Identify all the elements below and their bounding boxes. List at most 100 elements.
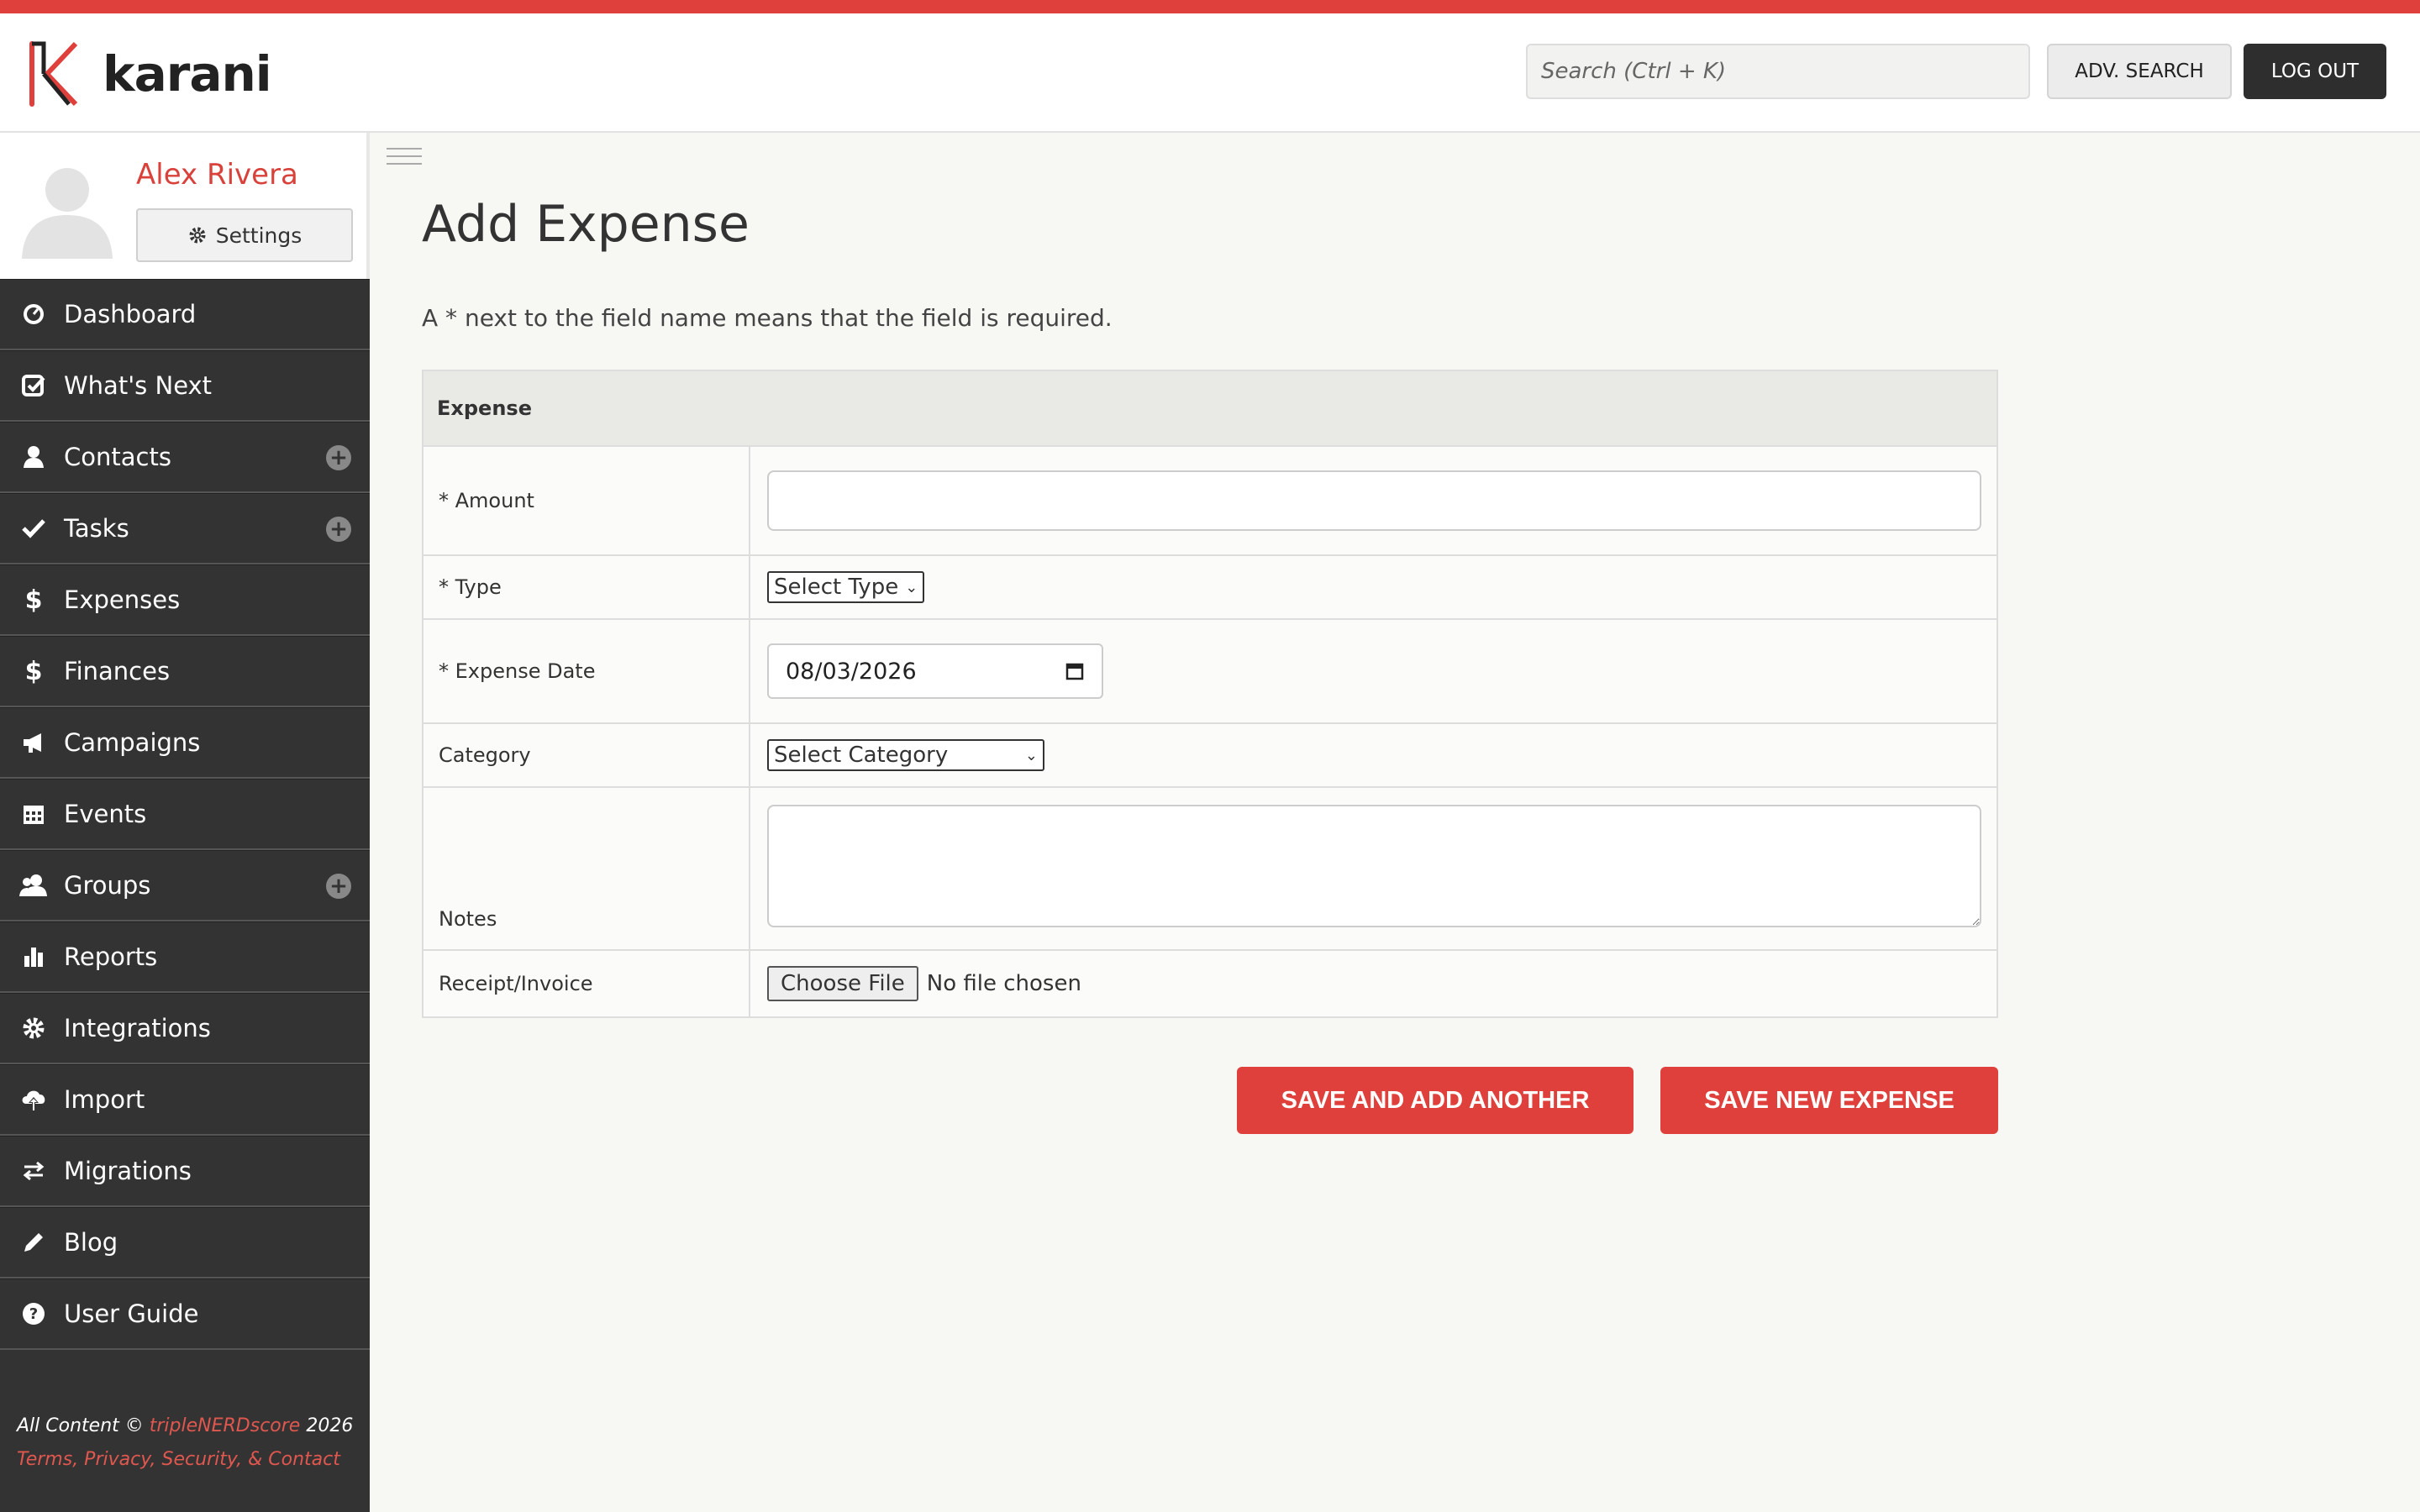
pencil-icon [17,1226,50,1259]
check-square-icon [17,369,50,402]
copyright-prefix: All Content © [17,1415,150,1436]
app-name: karani [103,45,272,102]
group-icon [17,869,50,902]
svg-text:?: ? [29,1305,38,1323]
profile-panel: Alex Rivera Settings [0,133,370,279]
expense-date-input[interactable]: 08/03/2026 [767,643,1103,699]
sidebar-item-expenses[interactable]: $ Expenses [0,564,370,636]
sidebar-item-label: Blog [64,1228,118,1257]
save-and-add-another-button[interactable]: SAVE AND ADD ANOTHER [1237,1067,1634,1134]
notes-row: Notes [422,786,1998,951]
sidebar-item-label: Migrations [64,1157,192,1185]
header: karani ADV. SEARCH LOG OUT [0,13,2420,133]
sidebar-item-dashboard[interactable]: Dashboard [0,279,370,350]
sidebar-item-label: Events [64,800,147,828]
dashboard-icon [17,297,50,331]
sidebar-item-label: Reports [64,942,158,971]
settings-button[interactable]: Settings [136,208,353,262]
chevron-down-icon: ⌄ [905,578,918,596]
top-accent-bar [0,0,2420,13]
amount-label: * Amount [422,445,750,556]
amount-cell [749,445,1998,556]
sidebar-item-label: Expenses [64,585,181,614]
category-label: Category [422,722,750,788]
menu-toggle-icon[interactable] [387,148,422,166]
sidebar-item-campaigns[interactable]: Campaigns [0,707,370,779]
save-new-expense-button[interactable]: SAVE NEW EXPENSE [1660,1067,1998,1134]
notes-textarea[interactable] [767,805,1981,927]
sidebar-item-migrations[interactable]: Migrations [0,1136,370,1207]
gear-icon [189,227,206,244]
sidebar-item-tasks[interactable]: Tasks + [0,493,370,564]
form-header-row: Expense [422,370,1998,447]
copyright-year: 2026 [300,1415,354,1436]
sidebar-item-label: Dashboard [64,300,197,328]
advanced-search-button[interactable]: ADV. SEARCH [2047,44,2232,99]
sidebar-item-label: User Guide [64,1299,199,1328]
sidebar-item-integrations[interactable]: Integrations [0,993,370,1064]
expense-form: Expense * Amount * Type Select Type ⌄ * E… [422,370,1998,1018]
expense-date-value: 08/03/2026 [786,658,917,685]
sidebar-item-whats-next[interactable]: What's Next [0,350,370,422]
dollar-icon: $ [24,656,43,686]
receipt-row: Receipt/Invoice Choose File No file chose… [422,949,1998,1018]
karani-logo-icon [29,41,78,107]
search-input[interactable] [1526,44,2030,99]
amount-row: * Amount [422,445,1998,556]
page-title: Add Expense [422,195,750,254]
sidebar-item-label: What's Next [64,371,213,400]
logout-button[interactable]: LOG OUT [2244,44,2386,99]
question-icon: ? [17,1297,50,1331]
cloud-upload-icon [17,1083,50,1116]
bar-chart-icon [17,940,50,974]
legal-links[interactable]: Terms, Privacy, Security, & Contact [17,1443,353,1477]
type-cell: Select Type ⌄ [749,554,1998,620]
megaphone-icon [17,726,50,759]
required-note: A * next to the field name means that th… [422,304,1113,332]
sidebar-item-reports[interactable]: Reports [0,921,370,993]
dollar-icon: $ [24,585,43,615]
avatar[interactable] [15,155,119,259]
expense-date-row: * Expense Date 08/03/2026 [422,618,1998,724]
calendar-icon[interactable] [1065,661,1085,681]
type-select-value: Select Type [774,575,899,600]
category-select[interactable]: Select Category ⌄ [767,739,1044,771]
choose-file-button[interactable]: Choose File [767,966,918,1001]
type-select[interactable]: Select Type ⌄ [767,571,925,603]
user-icon [17,440,50,474]
category-select-value: Select Category [774,743,949,768]
sidebar-item-blog[interactable]: Blog [0,1207,370,1278]
add-group-icon[interactable]: + [326,874,351,899]
sidebar: Alex Rivera Settings Dashboard What's Ne… [0,133,370,1512]
sidebar-item-events[interactable]: Events [0,779,370,850]
type-label: * Type [422,554,750,620]
notes-label: Notes [422,786,750,951]
notes-cell [749,786,1998,951]
logo[interactable]: karani [25,40,272,108]
sidebar-item-label: Finances [64,657,171,685]
receipt-cell: Choose File No file chosen [749,949,1998,1018]
company-link[interactable]: tripleNERDscore [150,1415,301,1436]
category-cell: Select Category ⌄ [749,722,1998,788]
sidebar-item-contacts[interactable]: Contacts + [0,422,370,493]
sidebar-item-user-guide[interactable]: ? User Guide [0,1278,370,1350]
type-row: * Type Select Type ⌄ [422,554,1998,620]
calendar-icon [17,797,50,831]
sidebar-item-finances[interactable]: $ Finances [0,636,370,707]
sidebar-item-import[interactable]: Import [0,1064,370,1136]
checkmark-icon [17,512,50,545]
profile-name[interactable]: Alex Rivera [136,158,298,192]
sidebar-nav: Dashboard What's Next Contacts + Tasks +… [0,279,370,1350]
settings-label: Settings [215,223,302,248]
amount-input[interactable] [767,470,1981,531]
sidebar-item-label: Integrations [64,1014,211,1042]
add-task-icon[interactable]: + [326,517,351,542]
sidebar-item-label: Contacts [64,443,171,471]
add-contact-icon[interactable]: + [326,445,351,470]
expense-date-cell: 08/03/2026 [749,618,1998,724]
expense-date-label: * Expense Date [422,618,750,724]
sidebar-item-label: Campaigns [64,728,201,757]
copyright-line: All Content © tripleNERDscore 2026 [17,1410,353,1443]
sidebar-item-groups[interactable]: Groups + [0,850,370,921]
sidebar-item-label: Tasks [64,514,129,543]
